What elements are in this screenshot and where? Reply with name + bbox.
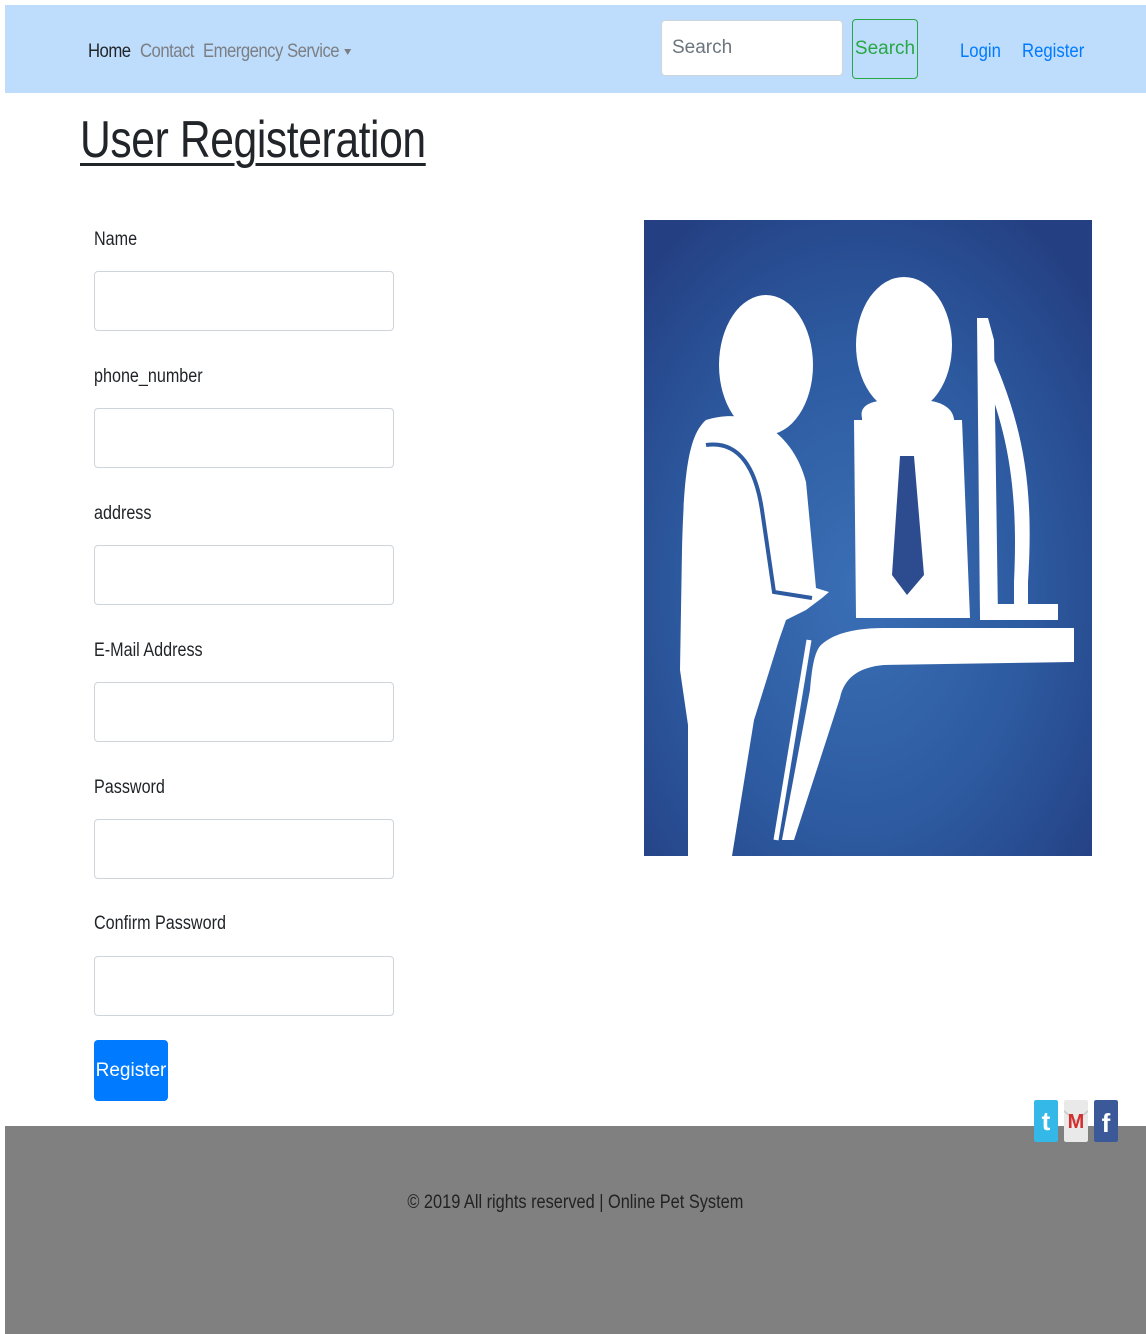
name-label: Name <box>94 229 138 250</box>
register-link[interactable]: Register <box>1022 41 1084 63</box>
twitter-icon[interactable]: t <box>1034 1100 1058 1142</box>
caret-down-icon <box>344 48 352 55</box>
footer: © 2019 All rights reserved | Online Pet … <box>5 1126 1146 1334</box>
email-field[interactable] <box>94 682 394 742</box>
svg-text:t: t <box>1042 1106 1051 1136</box>
name-field[interactable] <box>94 271 394 331</box>
nav-service-label: Service <box>287 41 340 62</box>
email-label: E-Mail Address <box>94 640 203 661</box>
register-button[interactable]: Register <box>94 1040 168 1101</box>
search-input[interactable] <box>661 20 843 76</box>
password-field[interactable] <box>94 819 394 879</box>
copyright-text: © 2019 All rights reserved | Online Pet … <box>5 1192 1146 1214</box>
reception-desk-icon <box>644 220 1092 856</box>
svg-text:f: f <box>1102 1108 1111 1138</box>
nav-link-emergency[interactable]: Emergency <box>203 41 283 63</box>
nav-link-contact[interactable]: Contact <box>140 41 194 63</box>
phone-number-field[interactable] <box>94 408 394 468</box>
login-link[interactable]: Login <box>960 41 1001 63</box>
password-label: Password <box>94 777 165 798</box>
gmail-icon[interactable]: M <box>1064 1100 1088 1142</box>
copyright-label: © 2019 All rights reserved | Online Pet … <box>407 1192 744 1213</box>
confirm-password-label: Confirm Password <box>94 913 226 934</box>
address-field[interactable] <box>94 545 394 605</box>
phone-number-label: phone_number <box>94 366 203 387</box>
address-label: address <box>94 503 152 524</box>
navbar: Home Contact Emergency Service Search Lo… <box>5 5 1146 93</box>
nav-link-service[interactable]: Service <box>287 41 352 63</box>
confirm-password-field[interactable] <box>94 956 394 1016</box>
page-title: User Registeration <box>80 111 426 169</box>
facebook-icon[interactable]: f <box>1094 1100 1118 1142</box>
search-button[interactable]: Search <box>852 19 918 79</box>
svg-text:M: M <box>1068 1111 1085 1133</box>
nav-link-home[interactable]: Home <box>88 41 131 63</box>
